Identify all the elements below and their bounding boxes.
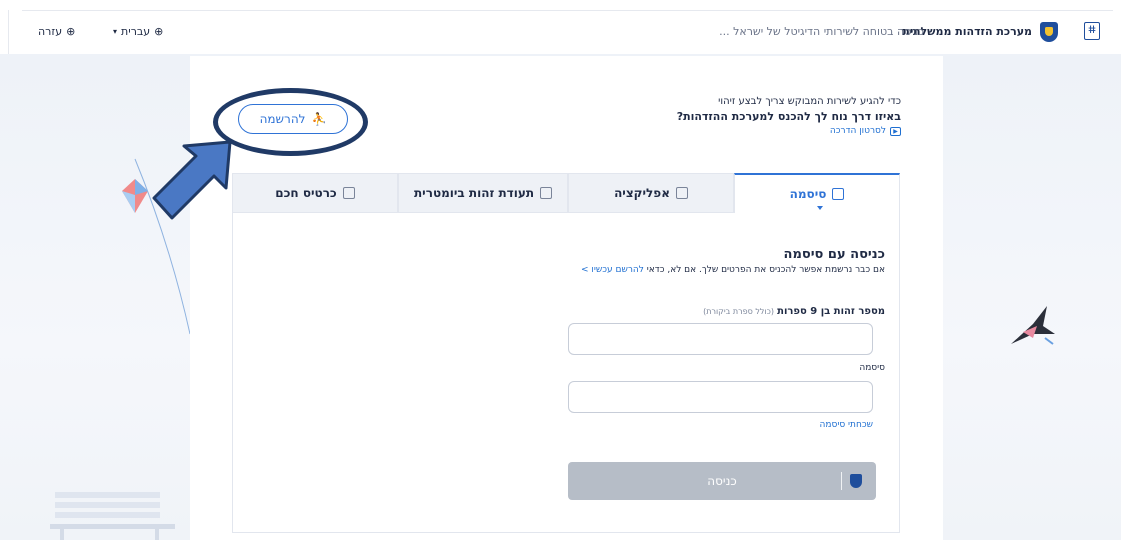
annotation-arrow-icon	[152, 140, 232, 220]
language-label: עברית	[121, 25, 151, 38]
tutorial-label: לסרטון הדרכה	[829, 126, 886, 136]
shield-logo-icon	[1040, 22, 1058, 42]
window-top-border	[22, 10, 1113, 11]
id-number-label: מספר זהות בן 9 ספרות (כולל ספרת ביקורת)	[703, 306, 885, 317]
intro-question: באיזו דרך נוח לך להכנס למערכת ההזדהות?	[676, 110, 901, 123]
login-button[interactable]: כניסה	[568, 462, 876, 500]
login-button-label: כניסה	[707, 474, 737, 488]
shield-icon	[850, 474, 862, 488]
language-selector[interactable]: ▾ עברית ⊕	[113, 25, 163, 38]
help-label: עזרה	[38, 25, 63, 38]
id-card-icon	[540, 187, 553, 199]
phone-icon	[675, 187, 688, 199]
id-label-text: מספר זהות בן 9 ספרות	[777, 306, 885, 317]
tab-label: כרטיס חכם	[275, 186, 337, 200]
panel-subtitle: אם כבר נרשמת אפשר להכניס את הפרטים שלך. …	[581, 265, 885, 275]
id-number-input[interactable]	[568, 323, 873, 355]
id-label-hint: (כולל ספרת ביקורת)	[703, 307, 774, 316]
top-header: ⵌ מערכת הזדהות ממשלתית ... כניסה בטוחה ל…	[10, 14, 1110, 54]
tab-smart-card[interactable]: כרטיס חכם	[232, 173, 398, 213]
menorah-icon: ⵌ	[1084, 22, 1100, 40]
tab-password[interactable]: סיסמה	[734, 173, 900, 213]
button-separator	[841, 472, 842, 490]
bench-illustration	[50, 492, 175, 540]
lock-icon	[832, 188, 845, 200]
login-method-tabs: סיסמה אפליקציה תעודת זהות ביומטרית כרטיס…	[232, 173, 900, 213]
globe-icon: ⊕	[154, 25, 164, 38]
subtitle-text: אם כבר נרשמת אפשר להכניס את הפרטים שלך. …	[646, 265, 885, 275]
tab-biometric-id[interactable]: תעודת זהות ביומטרית	[398, 173, 568, 213]
active-tab-indicator	[817, 206, 823, 210]
smart-card-icon	[342, 187, 355, 199]
bird-illustration	[1011, 306, 1055, 345]
help-icon: ⊕	[66, 25, 76, 38]
tab-app[interactable]: אפליקציה	[568, 173, 734, 213]
tab-label: אפליקציה	[614, 186, 670, 200]
panel-title: כניסה עם סיסמה	[783, 247, 885, 262]
help-link[interactable]: עזרה ⊕	[38, 25, 75, 38]
password-input[interactable]	[568, 381, 873, 413]
brand-tagline: ... כניסה בטוחה לשירותי הדיגיטל של ישראל	[719, 25, 924, 38]
chevron-down-icon: ▾	[113, 27, 118, 36]
password-label: סיסמה	[859, 363, 885, 373]
tutorial-link[interactable]: ▶ לסרטון הדרכה	[830, 126, 901, 136]
tab-label: סיסמה	[789, 187, 827, 201]
forgot-password-link[interactable]: שכחתי סיסמה	[820, 420, 874, 430]
password-login-panel: כניסה עם סיסמה אם כבר נרשמת אפשר להכניס …	[232, 213, 900, 533]
register-now-link[interactable]: להרשם עכשיו >	[581, 265, 644, 275]
play-video-icon: ▶	[890, 126, 901, 136]
intro-text: כדי להגיע לשירות המבוקש צריך לבצע זיהוי	[718, 96, 901, 107]
tab-label: תעודת זהות ביומטרית	[413, 186, 535, 200]
